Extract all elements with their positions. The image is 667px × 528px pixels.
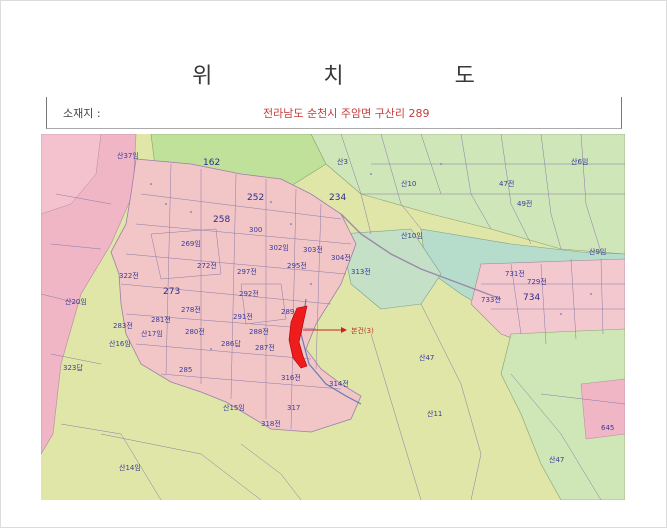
parcel-label: 731전 — [505, 269, 525, 278]
parcel-label: 49전 — [517, 199, 532, 208]
parcel-label: 269임 — [181, 240, 201, 248]
parcel-label: 318전 — [261, 419, 281, 428]
parcel-label: 288전 — [249, 327, 269, 336]
parcel-label: 산14임 — [119, 463, 141, 472]
parcel-label: 286답 — [221, 339, 241, 348]
parcel-label: 산10임 — [401, 231, 423, 240]
parcel-label: 252 — [247, 193, 264, 203]
parcel-label: 280전 — [185, 327, 205, 336]
parcel-label: 산11 — [427, 409, 442, 418]
parcel-label: 297전 — [237, 267, 257, 276]
parcel-label: 292전 — [239, 289, 259, 298]
parcel-label: 285 — [179, 366, 192, 374]
parcel-label: 산3 — [337, 157, 348, 166]
parcel-label: 258 — [213, 215, 230, 225]
parcel-label: 산15임 — [223, 403, 245, 412]
parcel-label: 산37임 — [117, 151, 139, 160]
parcel-label: 322전 — [119, 271, 139, 280]
parcel-label: 산17임 — [141, 329, 163, 338]
parcel-label: 산16임 — [109, 339, 131, 348]
parcel-label: 272전 — [197, 261, 217, 270]
parcel-label: 산20임 — [65, 297, 87, 306]
parcel-label: 645 — [601, 424, 614, 432]
parcel-label: 314전 — [329, 379, 349, 388]
parcel-label: 47전 — [499, 179, 514, 188]
parcel-label: 162 — [203, 158, 220, 168]
cadastral-map[interactable]: 본건(3) 산37임 162 252 258 234 269임 300 302임… — [41, 134, 625, 500]
parcel-label: 317 — [287, 404, 300, 412]
parcel-label: 273 — [163, 287, 180, 297]
parcel-label: 313전 — [351, 267, 371, 276]
parcel-label: 734 — [523, 293, 540, 303]
parcel-label: 산9임 — [589, 247, 606, 256]
parcel-label: 산10 — [401, 179, 416, 188]
parcel-label: 278전 — [181, 305, 201, 314]
address-label: 소재지 : — [63, 107, 101, 120]
address-box: 소재지 : 전라남도 순천시 주암면 구산리 289 — [46, 97, 622, 129]
parcel-label: 289 — [281, 308, 294, 316]
parcel-label: 295전 — [287, 261, 307, 270]
parcel-label: 302임 — [269, 244, 289, 252]
parcel-label: 287전 — [255, 343, 275, 352]
parcel-label: 산6임 — [571, 157, 588, 166]
parcel-label: 729전 — [527, 277, 547, 286]
parcel-label: 733전 — [481, 295, 501, 304]
parcel-label: 283전 — [113, 321, 133, 330]
parcel-label: 304전 — [331, 253, 351, 262]
parcel-label: 291전 — [233, 312, 253, 321]
parcel-label: 281전 — [151, 315, 171, 324]
parcel-label: 323답 — [63, 363, 83, 372]
target-label: 본건(3) — [351, 326, 374, 335]
parcel-label: 산47 — [419, 353, 434, 362]
parcel-label: 산47 — [549, 455, 564, 464]
parcel-label: 316전 — [281, 373, 301, 382]
parcel-label: 303전 — [303, 245, 323, 254]
address-value: 전라남도 순천시 주암면 구산리 289 — [263, 107, 430, 120]
map-canvas: 본건(3) 산37임 162 252 258 234 269임 300 302임… — [41, 134, 625, 500]
page-title: 위 치 도 — [192, 64, 527, 89]
parcel-label: 300 — [249, 226, 262, 234]
parcel-label: 234 — [329, 193, 346, 203]
